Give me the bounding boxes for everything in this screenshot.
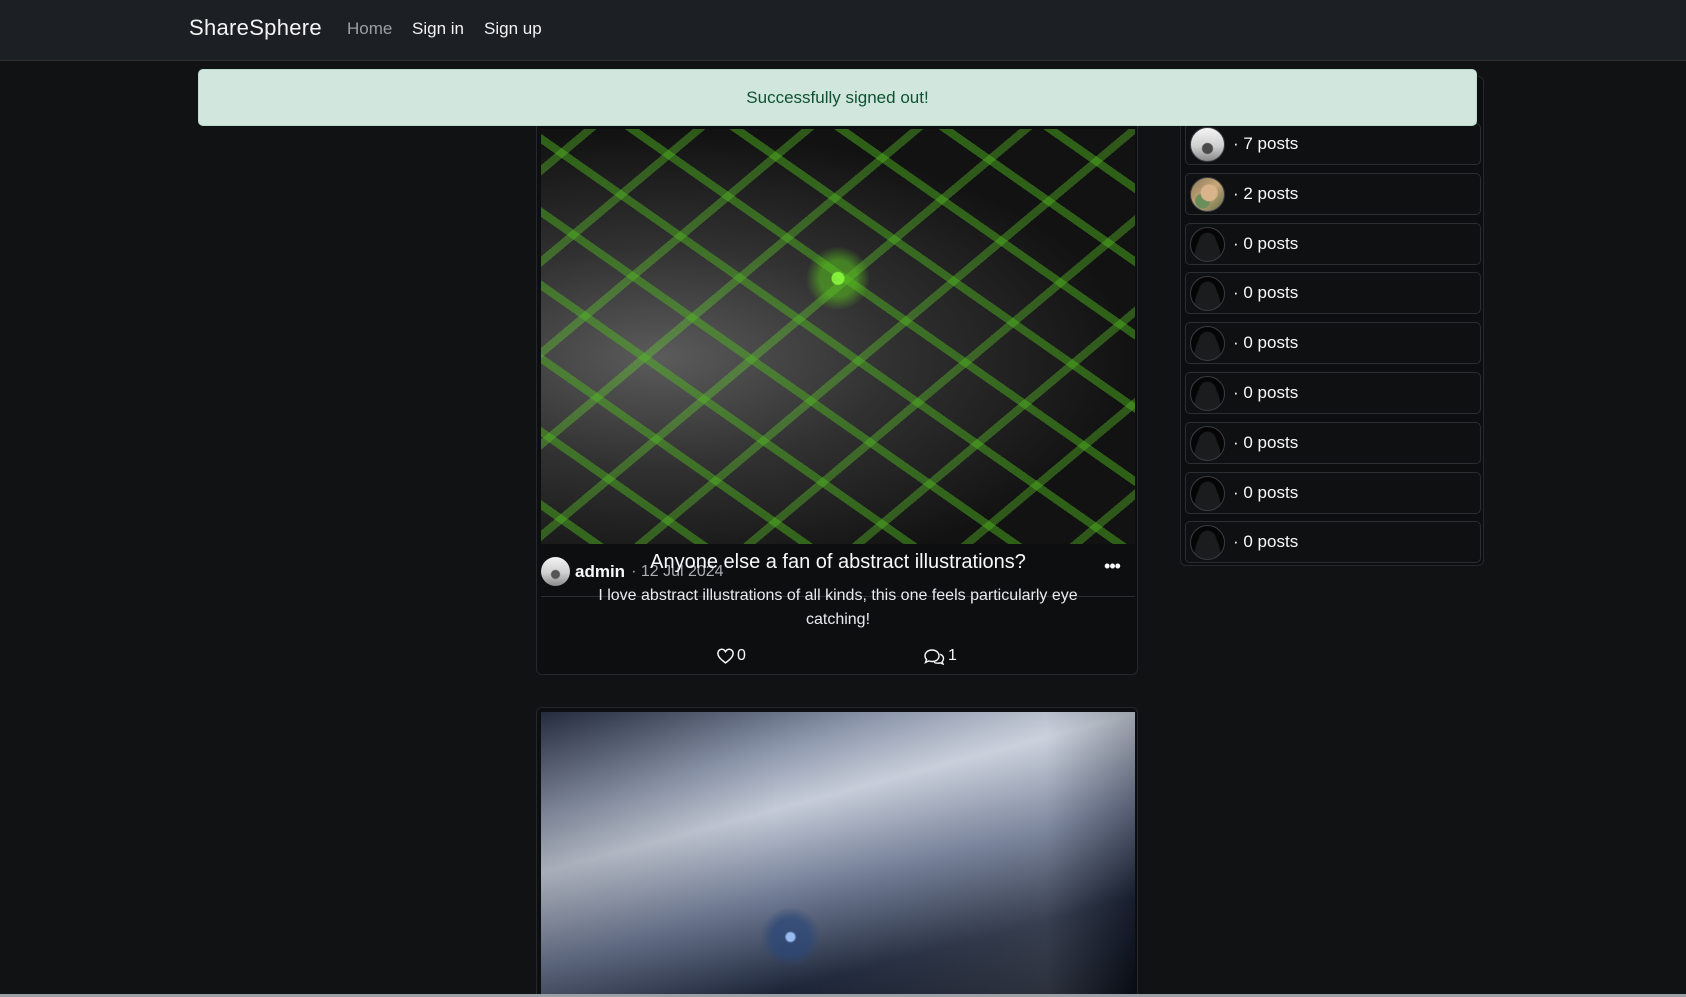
user-row[interactable]: · 0 posts	[1185, 372, 1481, 414]
comments-icon	[924, 648, 945, 665]
user-post-count: · 7 posts	[1233, 134, 1299, 153]
post-image-abstract[interactable]	[541, 129, 1135, 544]
post-card: admin · 12 Jul 2024 ••• Anyone else a fa…	[536, 80, 1138, 675]
nav-sign-in-link[interactable]: Sign in	[412, 19, 464, 39]
heart-icon	[717, 648, 734, 664]
default-avatar-icon	[1190, 475, 1225, 511]
nav-home-link[interactable]: Home	[347, 19, 392, 39]
user-row[interactable]: · 0 posts	[1185, 272, 1481, 314]
post-image-eye[interactable]	[541, 712, 1135, 997]
default-avatar-icon	[1190, 226, 1225, 262]
post-card	[536, 707, 1138, 997]
user-row[interactable]: · 0 posts	[1185, 422, 1481, 464]
post-title: Anyone else a fan of abstract illustrati…	[650, 551, 1026, 573]
user-avatar	[1190, 176, 1225, 212]
user-post-count: · 0 posts	[1233, 333, 1299, 352]
users-sidebar: · 7 posts · 2 posts · 0 posts · 0 posts …	[1180, 76, 1484, 566]
like-count: 0	[737, 647, 746, 664]
user-row[interactable]: · 0 posts	[1185, 521, 1481, 563]
user-post-count: · 0 posts	[1233, 433, 1299, 452]
post-actions: 0 1	[537, 647, 1137, 671]
user-row[interactable]: · 2 posts	[1185, 173, 1481, 215]
like-button[interactable]: 0	[717, 647, 746, 665]
user-row[interactable]: · 0 posts	[1185, 322, 1481, 364]
default-avatar-icon	[1190, 524, 1225, 560]
user-post-count: · 0 posts	[1233, 483, 1299, 502]
brand-logo[interactable]: ShareSphere	[189, 15, 322, 41]
default-avatar-icon	[1190, 375, 1225, 411]
alert-message: Successfully signed out!	[746, 87, 929, 107]
user-row[interactable]: · 7 posts	[1185, 123, 1481, 165]
nav-sign-up-link[interactable]: Sign up	[484, 19, 542, 39]
user-row[interactable]: · 0 posts	[1185, 223, 1481, 265]
comment-button[interactable]: 1	[923, 647, 957, 665]
user-post-count: · 0 posts	[1233, 383, 1299, 402]
comment-count: 1	[948, 647, 957, 664]
user-post-count: · 2 posts	[1233, 184, 1299, 203]
user-post-count: · 0 posts	[1233, 234, 1299, 253]
user-post-count: · 0 posts	[1233, 283, 1299, 302]
user-row[interactable]: · 0 posts	[1185, 472, 1481, 514]
default-avatar-icon	[1190, 325, 1225, 361]
default-avatar-icon	[1190, 275, 1225, 311]
user-avatar	[1190, 126, 1225, 162]
post-body: I love abstract illustrations of all kin…	[598, 587, 1078, 628]
default-avatar-icon	[1190, 425, 1225, 461]
navbar: ShareSphere Home Sign in Sign up	[0, 0, 1686, 61]
user-post-count: · 0 posts	[1233, 532, 1299, 551]
signout-success-alert: Successfully signed out!	[198, 69, 1477, 126]
